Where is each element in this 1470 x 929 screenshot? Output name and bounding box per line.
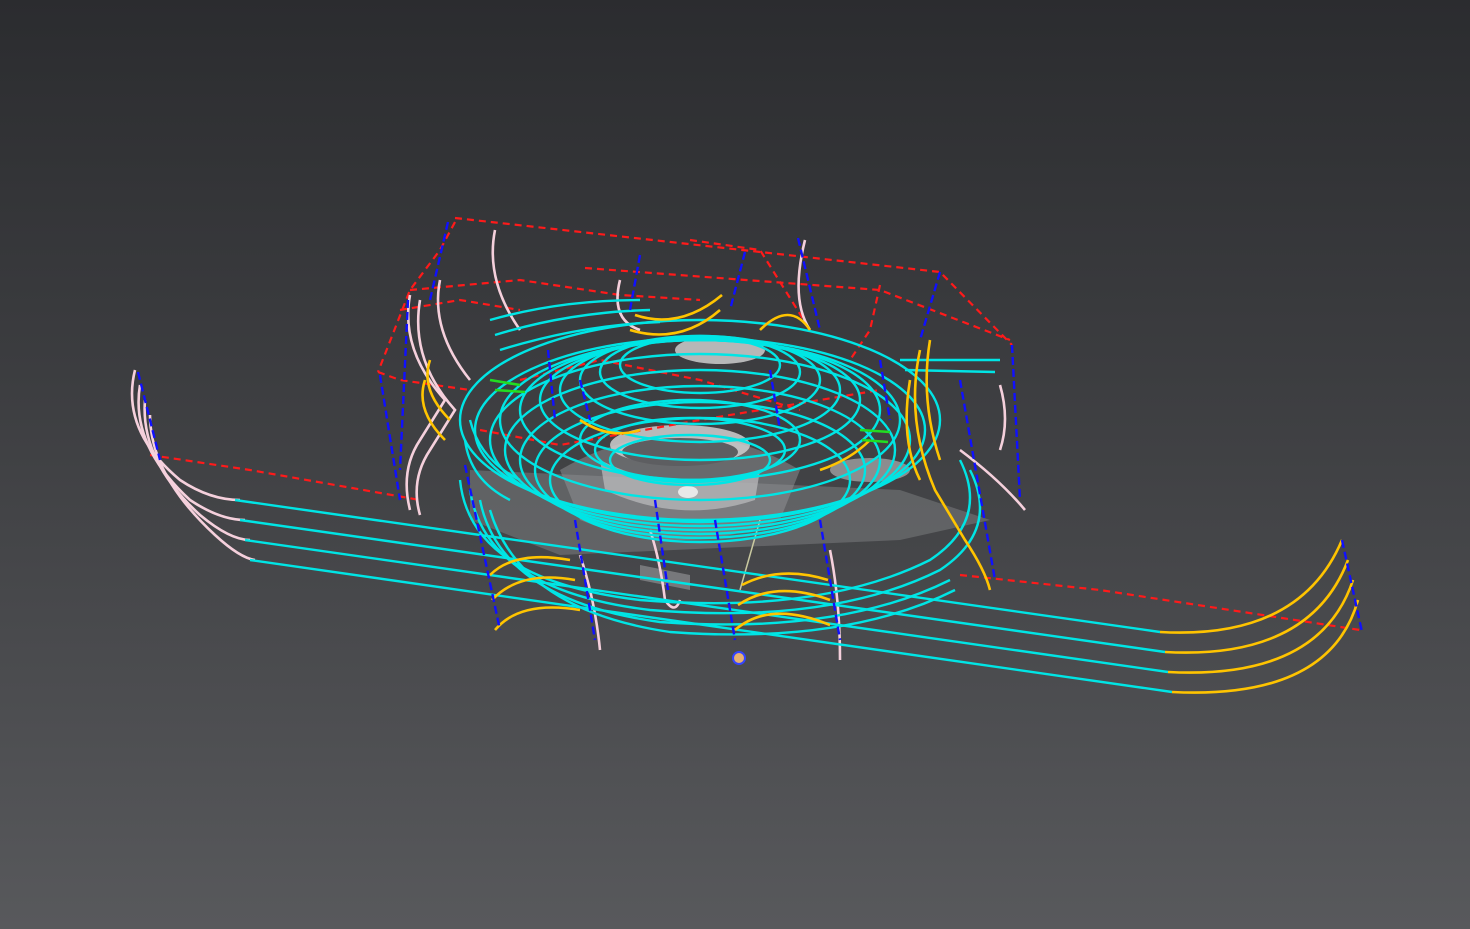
rapid-moves xyxy=(149,216,1361,632)
tool-tip-marker-icon[interactable] xyxy=(732,651,746,665)
plunge-moves xyxy=(136,221,1364,641)
3d-viewport[interactable] xyxy=(0,0,1470,929)
toolpath-scene[interactable] xyxy=(0,0,1470,929)
